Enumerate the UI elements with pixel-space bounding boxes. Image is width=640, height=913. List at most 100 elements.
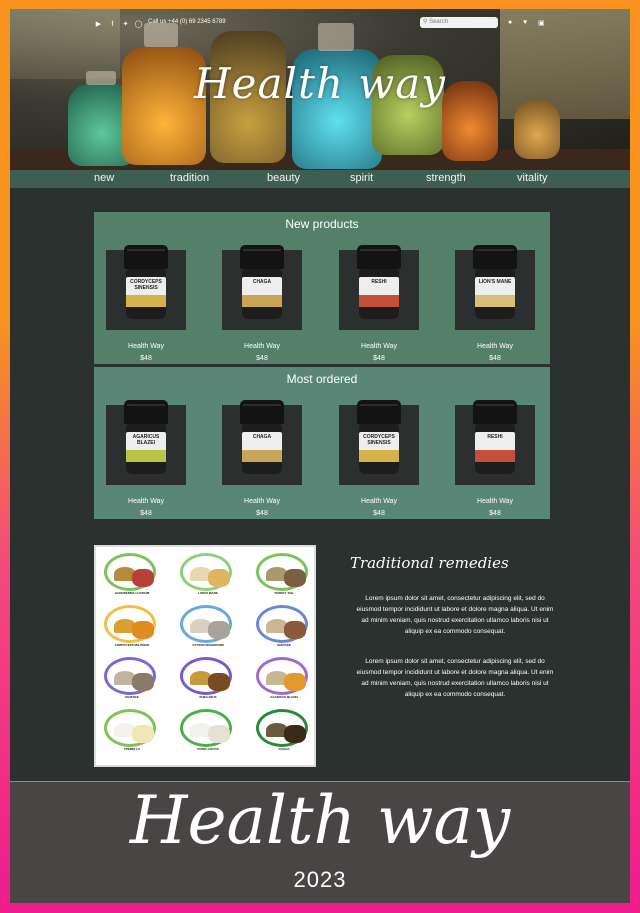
remedy-dried-mushroom [284,673,306,691]
remedy-label: OYSTER MUSHROOM [192,643,224,647]
remedy-dried-mushroom [284,621,306,639]
product-brand[interactable]: Health Way [106,498,186,505]
footer-logo: Health way [129,782,511,859]
nav-strength[interactable]: strength [426,172,466,184]
search-input[interactable]: ⚲ Search [420,17,498,28]
remedy-item: PHELLINUS [180,657,236,699]
jar-band [359,450,399,462]
remedy-label: CHAGA [278,747,290,751]
product-jar-image[interactable]: RESHI [357,245,401,325]
product-jar-image[interactable]: CHAGA [240,400,284,480]
remedy-label: LION'S MANE [198,591,218,595]
main-nav: new tradition beauty spirit strength vit… [10,170,630,188]
remedy-label: TREMELLA [123,747,141,751]
remedy-dried-mushroom [208,673,230,691]
remedy-item: MAITAKE [104,657,160,699]
product-jar-image[interactable]: RESHI [473,400,517,480]
product-price: $48 [489,510,501,517]
jar-name: RESHI [371,279,387,285]
footer: Health way 2023 [10,781,630,903]
section-title: New products [285,217,359,231]
search-icon: ⚲ [423,19,428,25]
remedy-item: OYSTER MUSHROOM [180,605,236,647]
product-brand[interactable]: Health Way [222,343,302,350]
jar-lid [240,245,284,269]
remedy-dried-mushroom [208,725,230,743]
remedy-item: CHAGA [256,709,312,751]
nav-vitality[interactable]: vitality [517,172,548,184]
product-brand[interactable]: Health Way [339,498,419,505]
instagram-icon[interactable]: ◯ [134,21,143,28]
footer-year: 2023 [293,867,347,892]
product-jar-image[interactable]: CHAGA [240,245,284,325]
product-brand[interactable]: Health Way [455,498,535,505]
product-jar-image[interactable]: LION'S MANE [473,245,517,325]
jar-band [126,295,166,307]
nav-spirit[interactable]: spirit [350,172,373,184]
remedy-label: SHIITAKE [277,643,291,647]
remedy-dried-mushroom [132,569,154,587]
remedies-paragraph: Lorem ipsum dolor sit amet, consectetur … [356,595,554,635]
product-brand[interactable]: Health Way [455,343,535,350]
twitter-icon[interactable]: ✦ [121,21,130,28]
remedy-dried-mushroom [132,725,154,743]
product-jar-image[interactable]: AGARICUS BLAZEI [124,400,168,480]
jar-lid [124,400,168,424]
product-price: $48 [140,510,152,517]
jar-name: RESHI [487,434,503,440]
product-price: $48 [140,355,152,362]
jar-band [475,450,515,462]
product-jar-image[interactable]: CORDYCEPS SINENSIS [357,400,401,480]
page: ▶ f ✦ ◯ Call us +44 (0) 69 2345 6789 ⚲ S… [10,9,630,903]
product-brand[interactable]: Health Way [339,343,419,350]
jar-band [126,450,166,462]
jar-lid [473,245,517,269]
product-price: $48 [489,355,501,362]
jar-lid [473,400,517,424]
new-products-section: New products CORDYCEPS SINENSIS Health Wa… [94,212,550,364]
phone-number: Call us +44 (0) 69 2345 6789 [148,19,226,25]
remedies-title: Traditional remedies [350,554,509,572]
most-ordered-section: Most ordered AGARICUS BLAZEI Health Way $4… [94,367,550,519]
remedy-label: AGARICUS BLAZEI [270,695,298,699]
product-brand[interactable]: Health Way [222,498,302,505]
jar-lid [357,400,401,424]
section-title: Most ordered [286,372,358,386]
remedy-label: TURKEY TAIL [274,591,294,595]
remedies-paragraph: Lorem ipsum dolor sit amet, consectetur … [356,658,554,698]
jar-band [242,295,282,307]
jar-name: CORDYCEPS SINENSIS [130,279,162,291]
product-price: $48 [373,510,385,517]
jar-band [475,295,515,307]
cart-icon[interactable]: ▣ [538,19,545,27]
remedy-item: PORIA COCOS [180,709,236,751]
jar-name: CORDYCEPS SINENSIS [363,434,395,446]
remedy-label: CORDYCEPS MILITARIS [114,643,150,647]
facebook-icon[interactable]: f [108,21,117,28]
remedy-label: PHELLINUS [199,695,217,699]
nav-tradition[interactable]: tradition [170,172,209,184]
jar-name: CHAGA [252,279,272,285]
search-placeholder: Search [429,19,449,25]
remedy-item: LION'S MANE [180,553,236,595]
hero-banner: ▶ f ✦ ◯ Call us +44 (0) 69 2345 6789 ⚲ S… [10,9,630,170]
jar-name: AGARICUS BLAZEI [132,434,160,446]
product-price: $48 [256,355,268,362]
heart-icon[interactable]: ♥ [523,19,527,26]
remedy-label: PORIA COCOS [197,747,219,751]
jar-lid [124,245,168,269]
product-jar-image[interactable]: CORDYCEPS SINENSIS [124,245,168,325]
jar-band [242,450,282,462]
remedy-dried-mushroom [208,569,230,587]
remedies-image-grid: GANODERMA LUCIDUM LION'S MANE TURKEY TAIL C… [94,545,316,767]
youtube-icon[interactable]: ▶ [94,21,103,28]
nav-new[interactable]: new [94,172,114,184]
remedy-item: CORDYCEPS MILITARIS [104,605,160,647]
nav-beauty[interactable]: beauty [267,172,300,184]
jar-band [359,295,399,307]
remedy-item: TREMELLA [104,709,160,751]
remedy-dried-mushroom [284,725,306,743]
hero-logo: Health way [194,59,446,108]
product-brand[interactable]: Health Way [106,343,186,350]
user-icon[interactable]: ● [508,19,512,26]
